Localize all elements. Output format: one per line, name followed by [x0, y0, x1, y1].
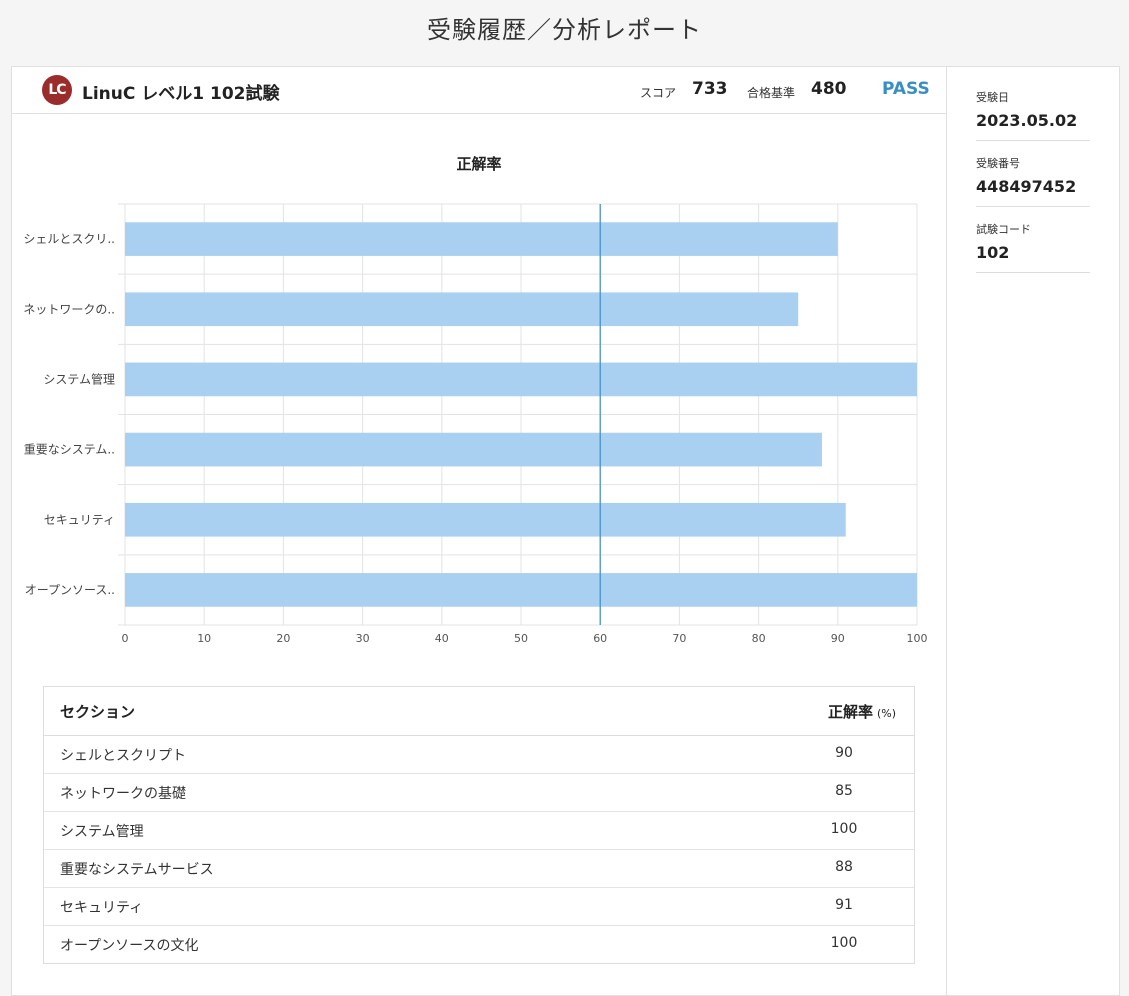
x-tick-label: 0 [122, 632, 129, 645]
pass-line-value: 480 [811, 79, 847, 99]
category-label: 重要なシステム.. [24, 443, 115, 457]
result-badge: PASS [882, 79, 930, 99]
section-rate: 100 [830, 935, 858, 951]
chart-title: 正解率 [456, 155, 502, 173]
pass-line-label: 合格基準 [747, 86, 796, 100]
category-label: セキュリティ [44, 513, 115, 527]
section-rate: 100 [830, 821, 858, 837]
section-name: システム管理 [60, 824, 144, 840]
table-row: オープンソースの文化 100 [44, 926, 914, 963]
bar [125, 292, 799, 327]
x-tick-label: 80 [752, 632, 766, 645]
header-rate-unit: (%) [876, 707, 896, 720]
x-tick-label: 70 [672, 632, 686, 645]
category-label: システム管理 [43, 371, 115, 386]
section-table: セクション 正解率 (%) シェルとスクリプト 90 ネットワークの基礎 85 システ… [43, 686, 915, 964]
report-main: LC LinuC レベル1 102試験 スコア 733 合格基準 480 PAS… [12, 67, 947, 995]
table-row: 重要なシステムサービス 88 [44, 850, 914, 888]
x-tick-label: 90 [831, 632, 845, 645]
bar [125, 432, 822, 467]
x-tick-label: 20 [276, 632, 290, 645]
bar [125, 222, 838, 256]
bar [125, 502, 846, 537]
exam-code-value: 102 [976, 243, 1010, 262]
exam-header: LC LinuC レベル1 102試験 スコア 733 合格基準 480 PAS… [12, 67, 946, 114]
section-rate: 90 [835, 745, 853, 761]
x-tick-label: 40 [435, 632, 449, 645]
category-label: シェルとスクリ.. [23, 232, 115, 246]
section-rate: 88 [835, 859, 853, 875]
category-label: オープンソース.. [25, 583, 115, 597]
report-card: LC LinuC レベル1 102試験 スコア 733 合格基準 480 PAS… [11, 66, 1120, 996]
score-value: 733 [692, 79, 728, 99]
header-rate-text: 正解率 [827, 703, 873, 721]
section-name: 重要なシステムサービス [60, 862, 214, 878]
exam-number-value: 448497452 [976, 177, 1077, 196]
table-row: セキュリティ 91 [44, 888, 914, 926]
header-rate: 正解率 (%) [828, 701, 896, 722]
exam-code: 試験コード 102 [976, 221, 1090, 273]
section-name: オープンソースの文化 [60, 938, 199, 954]
linuc-logo: LC [42, 75, 72, 105]
exam-date: 受験日 2023.05.02 [976, 89, 1090, 141]
section-name: ネットワークの基礎 [60, 786, 186, 802]
score-label: スコア [640, 86, 677, 100]
bar [125, 362, 917, 397]
exam-code-label: 試験コード [976, 223, 1031, 236]
exam-number-label: 受験番号 [976, 157, 1020, 170]
category-label: ネットワークの.. [23, 302, 115, 316]
exam-info-sidebar: 受験日 2023.05.02 受験番号 448497452 試験コード 102 [976, 89, 1090, 287]
section-name: セキュリティ [60, 900, 144, 916]
exam-date-value: 2023.05.02 [976, 111, 1078, 130]
section-rate: 85 [835, 783, 853, 799]
x-tick-label: 30 [356, 632, 370, 645]
x-tick-label: 10 [197, 632, 211, 645]
table-row: シェルとスクリプト 90 [44, 736, 914, 774]
accuracy-chart: 0 10 20 30 40 50 60 70 80 90 100 シェルとスクリ.. ネットワークの..… [23, 203, 928, 645]
header-section: セクション [60, 703, 136, 721]
table-row: ネットワークの基礎 85 [44, 774, 914, 812]
table-row: システム管理 100 [44, 812, 914, 850]
x-tick-label: 100 [907, 632, 928, 645]
page-title: 受験履歴／分析レポート [427, 16, 702, 44]
table-header: セクション 正解率 (%) [44, 687, 914, 736]
x-tick-label: 60 [593, 632, 607, 645]
exam-date-label: 受験日 [976, 91, 1009, 104]
exam-number: 受験番号 448497452 [976, 155, 1090, 207]
bar [125, 573, 917, 607]
section-rate: 91 [835, 897, 853, 913]
section-name: シェルとスクリプト [60, 748, 186, 764]
exam-name: LinuC レベル1 102試験 [82, 84, 280, 104]
x-tick-label: 50 [514, 632, 528, 645]
